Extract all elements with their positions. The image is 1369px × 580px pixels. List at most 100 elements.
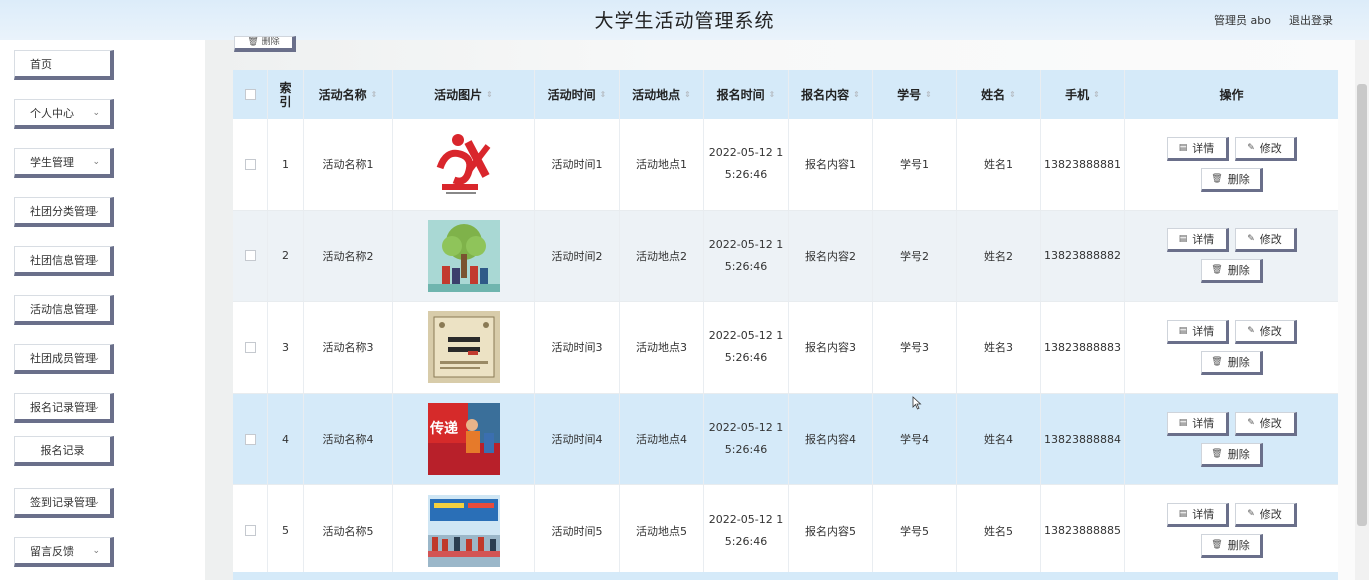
signup-clock: 5:26:46 — [724, 534, 768, 548]
sidebar-item-label: 社团信息管理 — [30, 253, 96, 267]
row-checkbox[interactable] — [244, 433, 256, 445]
activity-image[interactable] — [427, 494, 500, 567]
activity-image[interactable]: 传递 — [427, 403, 500, 476]
cell-index: 2 — [268, 210, 304, 302]
cell-activity-time: 活动时间3 — [535, 302, 620, 393]
chevron-down-icon: ⌄ — [92, 497, 100, 507]
detail-button[interactable]: ▤ 详情 — [1166, 228, 1229, 253]
sidebar-item-feedback[interactable]: 留言反馈 ⌄ — [14, 537, 114, 567]
cell-signup-content: 报名内容3 — [789, 302, 873, 393]
detail-button[interactable]: ▤ 详情 — [1166, 136, 1229, 161]
cell-phone: 13823888884 — [1041, 393, 1125, 485]
cell-signup-time: 2022-05-12 1 5:26:46 — [704, 210, 789, 302]
cell-actions: ▤ 详情 ✎ 修改 🗑 删除 — [1125, 211, 1338, 302]
cell-phone: 13823888885 — [1041, 485, 1125, 576]
select-all-checkbox[interactable] — [244, 89, 256, 100]
row-checkbox[interactable] — [244, 158, 256, 170]
records-table: 索引 活动名称 ⇕ 活动图片 ⇕ 活动时间 ⇕ 活动地点 ⇕ 报名时间 ⇕ 报名内容 ⇕ 学… — [233, 70, 1338, 577]
cell-student-name: 姓名5 — [957, 485, 1041, 576]
activity-image[interactable] — [427, 128, 500, 201]
sidebar-item-activity-info[interactable]: 活动信息管理 ⌄ — [14, 295, 114, 325]
mouse-cursor-icon — [912, 396, 922, 410]
edit-button[interactable]: ✎ 修改 — [1234, 319, 1297, 344]
detail-button[interactable]: ▤ 详情 — [1166, 319, 1229, 344]
column-header-image[interactable]: 活动图片 ⇕ — [393, 70, 535, 119]
edit-button[interactable]: ✎ 修改 — [1234, 228, 1297, 253]
cell-student-name: 姓名2 — [957, 210, 1041, 302]
cell-activity-place: 活动地点2 — [620, 210, 704, 302]
column-header-place[interactable]: 活动地点 ⇕ — [620, 70, 704, 119]
trash-icon: 🗑 — [1211, 356, 1223, 367]
cell-actions: ▤ 详情 ✎ 修改 🗑 删除 — [1125, 119, 1338, 210]
cell-student-id: 学号5 — [873, 485, 957, 576]
chevron-down-icon: ⌄ — [92, 157, 100, 167]
cell-activity-place: 活动地点4 — [620, 393, 704, 485]
sidebar-subitem-signup-record[interactable]: 报名记录 — [14, 436, 114, 466]
cell-activity-name: 活动名称2 — [304, 210, 393, 302]
cell-index: 5 — [268, 485, 304, 576]
cell-signup-time: 2022-05-12 1 5:26:46 — [704, 119, 789, 210]
chevron-down-icon: ⌄ — [92, 255, 100, 265]
signup-clock: 5:26:46 — [724, 168, 768, 182]
signup-clock: 5:26:46 — [724, 259, 768, 273]
sidebar-item-checkin-records[interactable]: 签到记录管理 ⌄ — [14, 488, 114, 518]
sidebar-item-label: 活动信息管理 — [30, 302, 96, 316]
detail-button[interactable]: ▤ 详情 — [1166, 411, 1229, 436]
bulk-delete-button[interactable]: 🗑 删除 — [234, 36, 296, 52]
column-header-student-id[interactable]: 学号 ⇕ — [873, 70, 957, 119]
delete-button[interactable]: 🗑 删除 — [1200, 534, 1263, 559]
sidebar-item-label: 报名记录 — [40, 443, 85, 457]
pencil-icon: ✎ — [1247, 417, 1255, 428]
cell-index: 3 — [268, 302, 304, 393]
column-header-student-name[interactable]: 姓名 ⇕ — [957, 70, 1041, 119]
sidebar-item-signup-records[interactable]: 报名记录管理 ⌄ — [14, 393, 114, 423]
delete-button[interactable]: 🗑 删除 — [1200, 350, 1263, 375]
activity-image[interactable] — [427, 219, 500, 292]
document-icon: ▤ — [1178, 509, 1188, 520]
sidebar-item-personal-center[interactable]: 个人中心 ⌄ — [14, 99, 114, 129]
sidebar-item-label: 报名记录管理 — [30, 400, 96, 414]
logout-link[interactable]: 退出登录 — [1289, 12, 1333, 28]
sidebar-item-students[interactable]: 学生管理 ⌄ — [14, 148, 114, 178]
activity-image[interactable] — [427, 311, 500, 384]
sidebar-item-label: 留言反馈 — [30, 544, 74, 558]
chevron-down-icon: ⌄ — [92, 353, 100, 363]
column-header-phone[interactable]: 手机 ⇕ — [1041, 70, 1125, 119]
column-header-signup-content[interactable]: 报名内容 ⇕ — [789, 70, 873, 119]
cell-index: 1 — [268, 119, 304, 210]
delete-button[interactable]: 🗑 删除 — [1200, 442, 1263, 467]
sidebar-item-club-info[interactable]: 社团信息管理 ⌄ — [14, 246, 114, 276]
cell-phone: 13823888882 — [1041, 210, 1125, 302]
delete-button[interactable]: 🗑 删除 — [1200, 259, 1263, 284]
cell-phone: 13823888883 — [1041, 302, 1125, 393]
cell-activity-time: 活动时间4 — [535, 393, 620, 485]
cell-activity-place: 活动地点3 — [620, 302, 704, 393]
admin-label: 管理员 abo — [1214, 14, 1271, 27]
sidebar-item-label: 社团分类管理 — [30, 204, 96, 218]
document-icon: ▤ — [1178, 325, 1188, 336]
cell-signup-time: 2022-05-12 1 5:26:46 — [704, 485, 789, 576]
row-checkbox[interactable] — [244, 525, 256, 537]
edit-button[interactable]: ✎ 修改 — [1234, 136, 1297, 161]
chevron-down-icon: ⌄ — [92, 546, 100, 556]
row-checkbox[interactable] — [244, 341, 256, 353]
sidebar-item-home[interactable]: 首页 — [14, 50, 114, 80]
cell-activity-name: 活动名称5 — [304, 485, 393, 576]
row-checkbox[interactable] — [244, 250, 256, 262]
column-header-name[interactable]: 活动名称 ⇕ — [304, 70, 393, 119]
sidebar-item-club-category[interactable]: 社团分类管理 ⌄ — [14, 197, 114, 227]
cell-activity-name: 活动名称4 — [304, 393, 393, 485]
column-header-signup-time[interactable]: 报名时间 ⇕ — [704, 70, 789, 119]
cell-actions: ▤ 详情 ✎ 修改 🗑 删除 — [1125, 485, 1338, 576]
cell-activity-image — [393, 302, 535, 393]
delete-button[interactable]: 🗑 删除 — [1200, 167, 1263, 192]
edit-button[interactable]: ✎ 修改 — [1234, 411, 1297, 436]
scrollbar-thumb[interactable] — [1357, 84, 1367, 526]
table-footer-strip — [233, 572, 1338, 580]
pencil-icon: ✎ — [1247, 325, 1255, 336]
document-icon: ▤ — [1178, 142, 1188, 153]
detail-button[interactable]: ▤ 详情 — [1166, 503, 1229, 528]
edit-button[interactable]: ✎ 修改 — [1234, 503, 1297, 528]
sidebar-item-club-members[interactable]: 社团成员管理 ⌄ — [14, 344, 114, 374]
column-header-time[interactable]: 活动时间 ⇕ — [535, 70, 620, 119]
